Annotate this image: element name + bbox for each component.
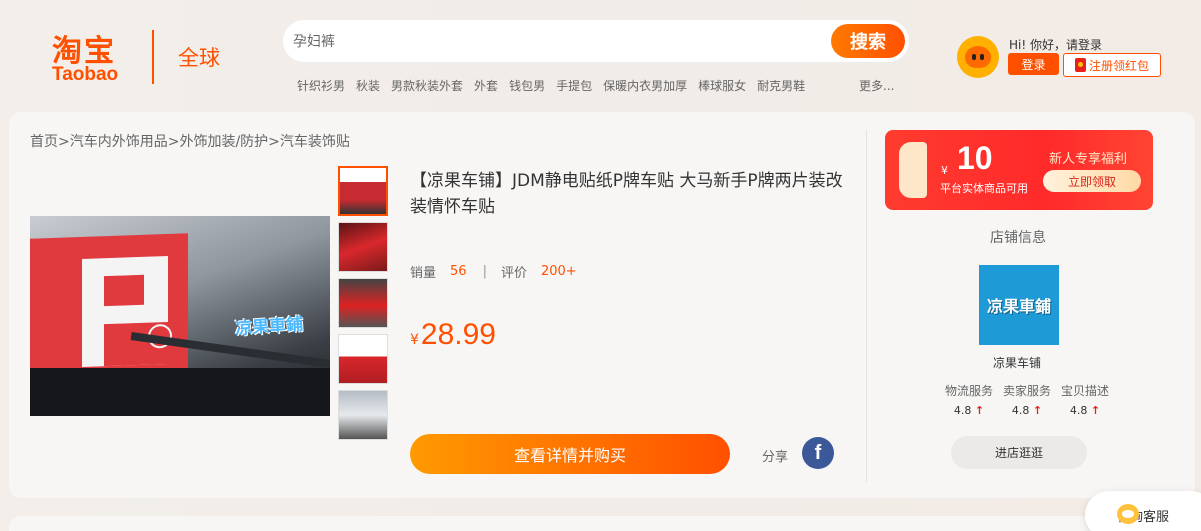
shop-name[interactable]: 凉果车铺	[993, 354, 1041, 371]
thumbnail[interactable]	[338, 166, 388, 216]
hot-word[interactable]: 针织衫男	[297, 77, 345, 94]
p-plate-graphic	[30, 233, 188, 389]
thumbnail[interactable]	[338, 278, 388, 328]
thumbnail-image	[339, 335, 387, 383]
product-title: 【凉果车铺】JDM静电贴纸P牌车贴 大马新手P牌两片装改装情怀车贴	[410, 171, 843, 217]
shop-logo-text: 凉果車鋪	[986, 297, 1051, 316]
coupon-amount: 10	[957, 140, 993, 176]
thumbnail-image	[340, 168, 386, 214]
facebook-share-icon[interactable]: f	[802, 437, 834, 469]
coupon-title: 新人专享福利	[1049, 152, 1128, 167]
share-label: 分享	[762, 450, 789, 465]
thumbnail-image	[339, 391, 387, 439]
hot-word[interactable]: 男款秋装外套	[391, 77, 463, 94]
coupon-currency: ¥	[941, 164, 948, 177]
enter-store-button[interactable]: 进店逛逛	[951, 436, 1087, 469]
breadcrumb[interactable]: 首页>汽车内外饰用品>外饰加装/防护>汽车装饰贴	[30, 131, 350, 151]
rating-score: 4.8	[1069, 404, 1088, 417]
hot-word[interactable]: 耐克男鞋	[757, 77, 805, 94]
rating-logistics: 物流服务 4.8 ↑	[945, 382, 993, 417]
rating-label: 宝贝描述	[1061, 384, 1110, 398]
hot-word[interactable]: 棒球服女	[698, 77, 746, 94]
price-value: 28.99	[420, 318, 496, 351]
logo-english: Taobao	[52, 64, 119, 85]
claim-coupon-button[interactable]: 立即领取	[1043, 170, 1141, 192]
taobao-logo[interactable]: 淘宝 Taobao 全球	[50, 26, 230, 86]
thumbnail[interactable]	[338, 222, 388, 272]
rating-score-wrap: 4.8 ↑	[945, 404, 993, 417]
hot-word[interactable]: 保暖内衣男加厚	[603, 77, 687, 94]
windshield-wiper	[30, 368, 330, 416]
coupon-notch	[899, 142, 927, 198]
rating-seller-service: 卖家服务 4.8 ↑	[1003, 382, 1051, 417]
vertical-divider	[866, 130, 867, 482]
thumbnail[interactable]	[338, 334, 388, 384]
search-box: 搜索	[282, 19, 910, 63]
thumbnail-image	[339, 279, 387, 327]
hot-word[interactable]: 手提包	[556, 77, 592, 94]
shop-ratings: 物流服务 4.8 ↑ 卖家服务 4.8 ↑ 宝贝描述 4.8 ↑	[945, 382, 1109, 417]
customer-service-button[interactable]: 咨询客服	[1085, 491, 1201, 531]
rating-label: 卖家服务	[1003, 384, 1052, 398]
rating-score: 4.8	[1011, 404, 1030, 417]
p-letter	[82, 255, 168, 367]
rating-score: 4.8	[953, 404, 972, 417]
thumbnail[interactable]	[338, 390, 388, 440]
mascot-icon	[965, 46, 991, 68]
hot-word[interactable]: 钱包男	[509, 77, 545, 94]
search-input[interactable]	[293, 28, 813, 56]
hot-search-words: 针织衫男 秋装 男款秋装外套 外套 钱包男 手提包 保暖内衣男加厚 棒球服女 耐…	[297, 77, 816, 94]
rating-label: 物流服务	[945, 384, 994, 398]
arrow-up-icon: ↑	[1090, 404, 1101, 417]
product-main-image[interactable]: 凉果車鋪	[30, 216, 330, 416]
hot-word[interactable]: 外套	[474, 77, 498, 94]
hot-words-more-link[interactable]: 更多...	[859, 77, 894, 94]
user-avatar[interactable]	[957, 36, 999, 78]
login-button[interactable]: 登录	[1008, 53, 1059, 75]
price-currency: ¥	[410, 332, 419, 348]
register-button[interactable]: 注册领红包	[1063, 53, 1161, 77]
hot-word[interactable]: 秋装	[356, 77, 380, 94]
product-price: ¥ 28.99	[410, 318, 496, 352]
arrow-up-icon: ↑	[974, 404, 985, 417]
user-greeting: Hi! 你好，请登录	[1009, 38, 1102, 52]
sales-count: 56	[450, 264, 467, 279]
new-user-coupon[interactable]: ¥ 10 平台实体商品可用 新人专享福利 立即领取	[885, 130, 1153, 210]
shop-logo[interactable]: 凉果車鋪	[979, 265, 1059, 345]
rating-score-wrap: 4.8 ↑	[1061, 404, 1109, 417]
coupon-subtitle: 平台实体商品可用	[940, 182, 1028, 195]
image-brand-watermark: 凉果車鋪	[234, 314, 304, 340]
shop-info-heading: 店铺信息	[990, 230, 1046, 246]
lower-section-card	[9, 516, 1195, 531]
review-label: 评价	[500, 266, 527, 281]
rating-score-wrap: 4.8 ↑	[1003, 404, 1051, 417]
review-count: 200+	[540, 264, 577, 279]
thumbnail-list	[338, 166, 390, 446]
logo-divider	[152, 30, 154, 84]
thumbnail-image	[339, 223, 387, 271]
arrow-up-icon: ↑	[1032, 404, 1043, 417]
logo-global: 全球	[178, 46, 220, 70]
product-stats: 销量 56 | 评价 200+	[410, 262, 577, 281]
view-details-buy-button[interactable]: 查看详情并购买	[410, 434, 730, 474]
rating-description: 宝贝描述 4.8 ↑	[1061, 382, 1109, 417]
stats-separator: |	[482, 264, 487, 279]
register-label: 注册领红包	[1088, 58, 1149, 73]
search-button[interactable]: 搜索	[831, 24, 905, 58]
customer-service-icon	[1117, 504, 1139, 524]
red-envelope-icon	[1074, 58, 1086, 72]
sales-label: 销量	[410, 266, 437, 281]
